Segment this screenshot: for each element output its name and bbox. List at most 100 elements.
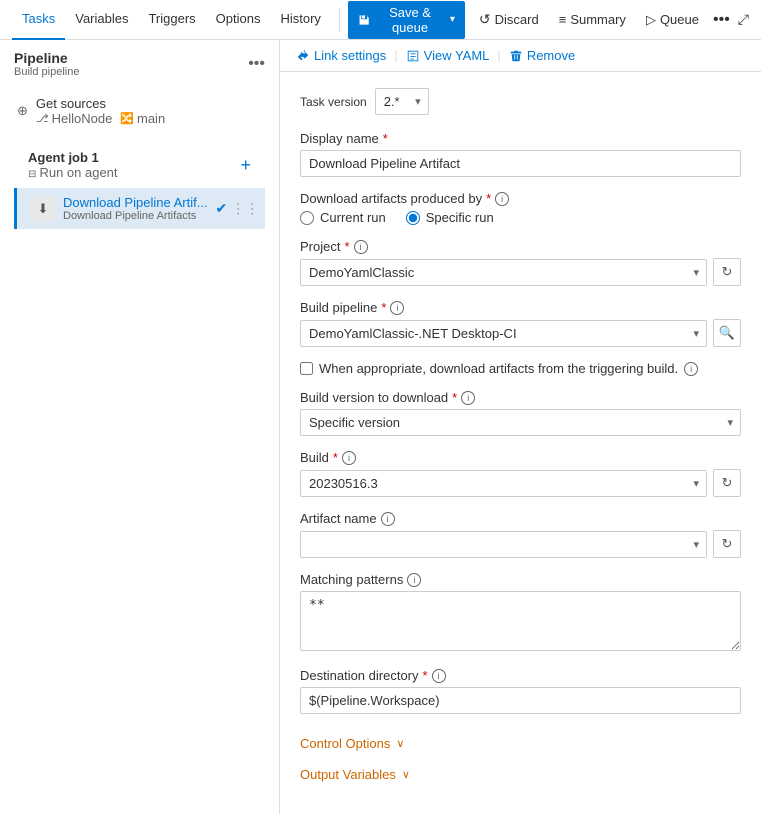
download-info-icon[interactable]: i bbox=[495, 192, 509, 206]
pipeline-title: Pipeline bbox=[14, 50, 79, 66]
tab-options[interactable]: Options bbox=[206, 0, 271, 40]
remove-icon bbox=[509, 49, 523, 63]
triggering-build-info-icon[interactable]: i bbox=[684, 362, 698, 376]
queue-button[interactable]: ▷ Queue bbox=[640, 8, 705, 32]
build-refresh-button[interactable]: ↻ bbox=[713, 469, 741, 497]
artifact-name-select-wrapper: ▾ bbox=[300, 531, 707, 558]
panel-toolbar: Link settings | View YAML | Remove bbox=[280, 40, 761, 72]
ref-icon: 🔀 bbox=[120, 112, 134, 125]
build-version-req-star: * bbox=[452, 390, 457, 405]
save-chevron-icon: ▾ bbox=[450, 14, 455, 25]
control-options-section[interactable]: Control Options ∨ bbox=[300, 728, 741, 751]
discard-button[interactable]: ↺ Discard bbox=[473, 7, 545, 32]
destination-dir-label: Destination directory * i bbox=[300, 668, 741, 683]
destination-dir-req-star: * bbox=[423, 668, 428, 683]
build-version-info-icon[interactable]: i bbox=[461, 391, 475, 405]
artifact-name-info-icon[interactable]: i bbox=[381, 512, 395, 526]
build-req-star: * bbox=[333, 450, 338, 465]
expand-icon[interactable]: ⤢ bbox=[738, 11, 749, 28]
triggering-build-checkbox-row: When appropriate, download artifacts fro… bbox=[300, 361, 741, 376]
get-sources-item[interactable]: ⊕ Get sources ⎇ HelloNode 🔀 main bbox=[0, 88, 279, 134]
project-refresh-button[interactable]: ↻ bbox=[713, 258, 741, 286]
view-yaml-button[interactable]: View YAML bbox=[406, 48, 490, 63]
add-task-button[interactable]: + bbox=[240, 155, 251, 176]
artifact-name-label: Artifact name i bbox=[300, 511, 741, 526]
destination-dir-input[interactable] bbox=[300, 687, 741, 714]
toolbar-sep-2: | bbox=[497, 48, 500, 63]
artifact-name-select[interactable] bbox=[300, 531, 707, 558]
pipeline-task-subtitle: Download Pipeline Artifacts bbox=[63, 210, 208, 222]
radio-specific-run-input[interactable] bbox=[406, 211, 420, 225]
more-actions-icon[interactable]: ••• bbox=[713, 11, 730, 29]
pipeline-section: Agent job 1 ⊟ Run on agent + ⬇ Download … bbox=[0, 134, 279, 237]
artifact-name-select-row: ▾ ↻ bbox=[300, 530, 741, 558]
radio-group: Current run Specific run bbox=[300, 210, 741, 225]
build-pipeline-req-star: * bbox=[381, 300, 386, 315]
project-select-row: DemoYamlClassic ▾ ↻ bbox=[300, 258, 741, 286]
project-select-wrapper: DemoYamlClassic ▾ bbox=[300, 259, 707, 286]
top-nav: Tasks Variables Triggers Options History… bbox=[0, 0, 761, 40]
tab-variables[interactable]: Variables bbox=[65, 0, 138, 40]
pipeline-task-item[interactable]: ⬇ Download Pipeline Artif... Download Pi… bbox=[14, 188, 265, 229]
pipeline-task-actions: ✔ ⋮⋮ bbox=[216, 200, 260, 217]
tab-history[interactable]: History bbox=[270, 0, 330, 40]
agent-job-header[interactable]: Agent job 1 ⊟ Run on agent + bbox=[14, 142, 265, 188]
branch-info: ⎇ HelloNode bbox=[36, 111, 112, 126]
download-req-star: * bbox=[486, 191, 491, 206]
build-info-icon[interactable]: i bbox=[342, 451, 356, 465]
build-pipeline-search-button[interactable]: 🔍 bbox=[713, 319, 741, 347]
build-pipeline-select-row: DemoYamlClassic-.NET Desktop-CI ▾ 🔍 bbox=[300, 319, 741, 347]
ref-info: 🔀 main bbox=[120, 111, 165, 126]
link-settings-button[interactable]: Link settings bbox=[296, 48, 386, 63]
get-sources-sub: ⎇ HelloNode 🔀 main bbox=[36, 111, 265, 126]
main-layout: Pipeline Build pipeline ••• ⊕ Get source… bbox=[0, 40, 761, 814]
tab-tasks[interactable]: Tasks bbox=[12, 0, 65, 40]
pipeline-more-icon[interactable]: ••• bbox=[248, 55, 265, 73]
task-version-row: Task version 2.* bbox=[300, 88, 741, 115]
destination-dir-info-icon[interactable]: i bbox=[432, 669, 446, 683]
triggering-build-checkbox[interactable] bbox=[300, 362, 313, 375]
get-sources-info: Get sources ⎇ HelloNode 🔀 main bbox=[36, 96, 265, 126]
build-pipeline-select[interactable]: DemoYamlClassic-.NET Desktop-CI bbox=[300, 320, 707, 347]
build-pipeline-info-icon[interactable]: i bbox=[390, 301, 404, 315]
control-options-chevron-icon: ∨ bbox=[396, 737, 404, 750]
matching-patterns-textarea[interactable]: ** bbox=[300, 591, 741, 651]
radio-current-run[interactable]: Current run bbox=[300, 210, 386, 225]
toolbar-sep-1: | bbox=[394, 48, 397, 63]
display-name-label: Display name * bbox=[300, 131, 741, 146]
build-select[interactable]: 20230516.3 bbox=[300, 470, 707, 497]
right-panel: Link settings | View YAML | Remove Task … bbox=[280, 40, 761, 814]
display-name-required: * bbox=[383, 131, 388, 146]
pipeline-task-info: Download Pipeline Artif... Download Pipe… bbox=[63, 195, 208, 222]
artifact-name-refresh-button[interactable]: ↻ bbox=[713, 530, 741, 558]
project-req-star: * bbox=[344, 239, 349, 254]
output-variables-section[interactable]: Output Variables ∨ bbox=[300, 759, 741, 782]
sidebar: Pipeline Build pipeline ••• ⊕ Get source… bbox=[0, 40, 280, 814]
build-pipeline-row: Build pipeline * i DemoYamlClassic-.NET … bbox=[300, 300, 741, 347]
display-name-input[interactable] bbox=[300, 150, 741, 177]
task-check-icon: ✔ bbox=[216, 200, 228, 217]
build-version-row: Build version to download * i Specific v… bbox=[300, 390, 741, 436]
remove-button[interactable]: Remove bbox=[509, 48, 575, 63]
link-settings-icon bbox=[296, 49, 310, 63]
tab-triggers[interactable]: Triggers bbox=[138, 0, 205, 40]
download-artifacts-label: Download artifacts produced by * i bbox=[300, 191, 741, 206]
save-queue-button[interactable]: Save & queue ▾ bbox=[348, 1, 465, 39]
branch-icon: ⎇ bbox=[36, 112, 49, 125]
download-artifacts-row: Download artifacts produced by * i Curre… bbox=[300, 191, 741, 225]
build-pipeline-label: Build pipeline * i bbox=[300, 300, 741, 315]
artifact-name-row: Artifact name i ▾ ↻ bbox=[300, 511, 741, 558]
build-version-select-wrapper: Specific version Latest Latest from a sp… bbox=[300, 409, 741, 436]
matching-patterns-info-icon[interactable]: i bbox=[407, 573, 421, 587]
get-sources-title: Get sources bbox=[36, 96, 265, 111]
summary-button[interactable]: ≡ Summary bbox=[553, 8, 632, 31]
radio-specific-run[interactable]: Specific run bbox=[406, 210, 494, 225]
project-select[interactable]: DemoYamlClassic bbox=[300, 259, 707, 286]
build-label: Build * i bbox=[300, 450, 741, 465]
agent-job-subtitle: ⊟ Run on agent bbox=[28, 165, 118, 180]
build-version-select[interactable]: Specific version Latest Latest from a sp… bbox=[300, 409, 741, 436]
project-info-icon[interactable]: i bbox=[354, 240, 368, 254]
task-version-select[interactable]: 2.* bbox=[375, 88, 429, 115]
radio-current-run-input[interactable] bbox=[300, 211, 314, 225]
task-drag-icon[interactable]: ⋮⋮ bbox=[231, 200, 259, 217]
